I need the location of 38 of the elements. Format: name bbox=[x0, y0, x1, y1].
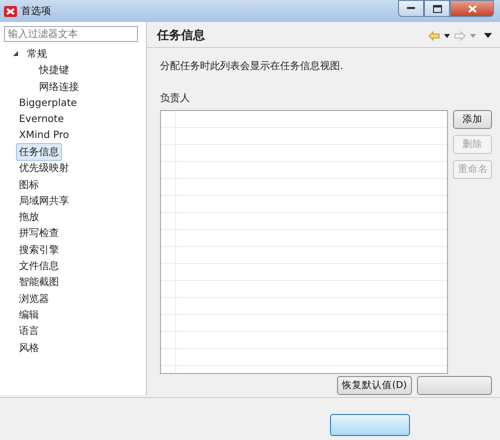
tree-item[interactable]: 搜索引擎 bbox=[16, 240, 62, 259]
list-action-button[interactable]: 添加 bbox=[453, 110, 492, 129]
close-button[interactable] bbox=[450, 0, 494, 17]
minimize-icon bbox=[407, 7, 415, 10]
tree-item[interactable]: 拖放 bbox=[16, 208, 42, 226]
app-logo-icon bbox=[4, 6, 17, 16]
tree-item[interactable]: 局域网共享 bbox=[16, 192, 72, 210]
menu-caret-icon[interactable] bbox=[484, 33, 492, 38]
tree-item[interactable]: 文件信息 bbox=[16, 257, 62, 276]
maximize-icon bbox=[432, 4, 442, 12]
tree-item[interactable]: 编辑 bbox=[16, 306, 42, 324]
tree-item[interactable]: 常规 bbox=[24, 45, 50, 64]
filter-field[interactable]: 输入过滤器文本 bbox=[4, 26, 138, 42]
tree-item[interactable]: 任务信息 bbox=[16, 142, 62, 161]
close-icon bbox=[468, 4, 476, 12]
tree-item[interactable]: Biggerplate bbox=[16, 96, 80, 111]
tree-item[interactable]: 智能截图 bbox=[16, 273, 62, 292]
tree-item[interactable]: 快捷键 bbox=[36, 61, 72, 80]
tree-item[interactable]: 语言 bbox=[16, 322, 42, 340]
tree-item[interactable]: 拼写检查 bbox=[16, 224, 62, 242]
apply-button[interactable] bbox=[417, 376, 492, 395]
tree-item[interactable]: 优先级映射 bbox=[16, 159, 72, 178]
tree-item[interactable]: 风格 bbox=[16, 338, 42, 356]
maximize-button[interactable] bbox=[424, 0, 450, 17]
tree-item[interactable]: 网络连接 bbox=[36, 78, 82, 96]
description-text: 分配任务时此列表会显示在任务信息视图. bbox=[160, 60, 344, 73]
page-title: 任务信息 bbox=[157, 27, 206, 44]
collapse-arrow-icon[interactable] bbox=[12, 50, 20, 58]
restore-defaults-button[interactable]: 恢复默认值(D) bbox=[337, 376, 412, 395]
tree-item[interactable]: XMind Pro bbox=[16, 128, 72, 144]
tree-item[interactable]: Evernote bbox=[16, 112, 67, 127]
tree-item[interactable]: 图标 bbox=[16, 176, 42, 194]
list-label: 负责人 bbox=[160, 92, 191, 105]
minimize-button[interactable] bbox=[398, 0, 424, 17]
dropdown-caret-icon[interactable] bbox=[444, 34, 450, 38]
window-title: 首选项 bbox=[21, 4, 51, 18]
ok-button[interactable] bbox=[330, 414, 410, 436]
tree-item[interactable]: 浏览器 bbox=[16, 290, 52, 308]
